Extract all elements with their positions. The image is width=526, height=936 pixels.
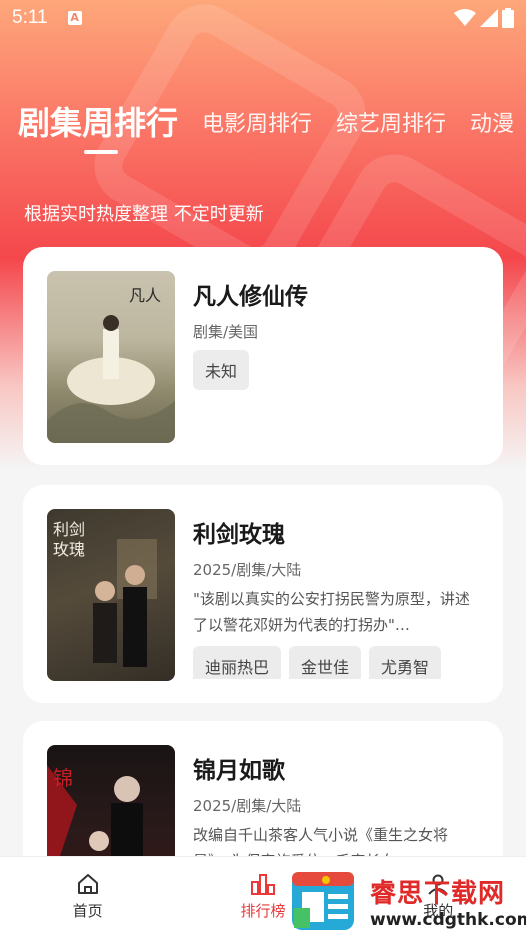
ranking-tabs: 剧集周排行 电影周排行 综艺周排行 动漫 [18,96,526,166]
nav-home-label: 首页 [72,902,103,920]
poster-image: 利剑 玫瑰 [47,509,175,681]
svg-text:凡人: 凡人 [129,286,161,305]
item-meta: 剧集/美国 [193,323,259,341]
status-time: 5:11 [12,7,48,28]
bar-chart-icon [250,874,275,895]
list-item[interactable]: 凡人 凡人修仙传 剧集/美国 未知 [23,247,503,465]
ranking-subtitle: 根据实时热度整理 不定时更新 [24,204,264,225]
tab-anime-weekly[interactable]: 动漫 [470,96,514,138]
item-meta: 2025/剧集/大陆 [193,797,302,815]
nav-home[interactable]: 首页 [38,872,138,921]
item-description: "该剧以真实的公安打拐民警为原型，讲述了以警花邓妍为代表的打拐办"… [193,590,470,634]
tab-movie-weekly[interactable]: 电影周排行 [202,96,312,138]
svg-text:玫瑰: 玫瑰 [53,540,85,559]
watermark: 睿思下载网 www.cdgthk.com [290,866,526,936]
item-tag[interactable]: 迪丽热巴 [193,646,282,679]
item-tag[interactable]: 尤勇智 [369,646,442,679]
battery-icon [502,8,514,28]
home-icon [77,874,98,894]
item-tag[interactable]: 未知 [193,350,250,390]
nav-ranking-label: 排行榜 [240,902,286,920]
item-title: 锦月如歌 [193,758,285,784]
watermark-logo [290,868,356,934]
notification-icon: A [67,11,82,25]
item-title: 凡人修仙传 [193,284,308,310]
item-tag[interactable]: 金世佳 [289,646,362,679]
item-meta: 2025/剧集/大陆 [193,561,302,579]
item-title: 利剑玫瑰 [193,522,285,548]
tab-drama-weekly[interactable]: 剧集周排行 [18,96,178,144]
watermark-title: 睿思下载网 [370,878,506,909]
svg-text:利剑: 利剑 [53,520,85,539]
active-tab-indicator [84,150,118,154]
watermark-url: www.cdgthk.com [370,909,526,930]
svg-text:锦: 锦 [53,766,73,790]
signal-icon [480,9,498,27]
item-tags: 未知 [193,350,479,390]
list-item[interactable]: 利剑 玫瑰 利剑玫瑰 2025/剧集/大陆 "该剧以真实的公安打拐民警为原型，讲… [23,485,503,703]
poster-image: 凡人 [47,271,175,443]
status-bar: 5:11 A [0,0,526,36]
item-tags: 迪丽热巴 金世佳 尤勇智 [193,646,479,679]
wifi-icon [454,9,476,26]
tab-variety-weekly[interactable]: 综艺周排行 [336,96,446,138]
